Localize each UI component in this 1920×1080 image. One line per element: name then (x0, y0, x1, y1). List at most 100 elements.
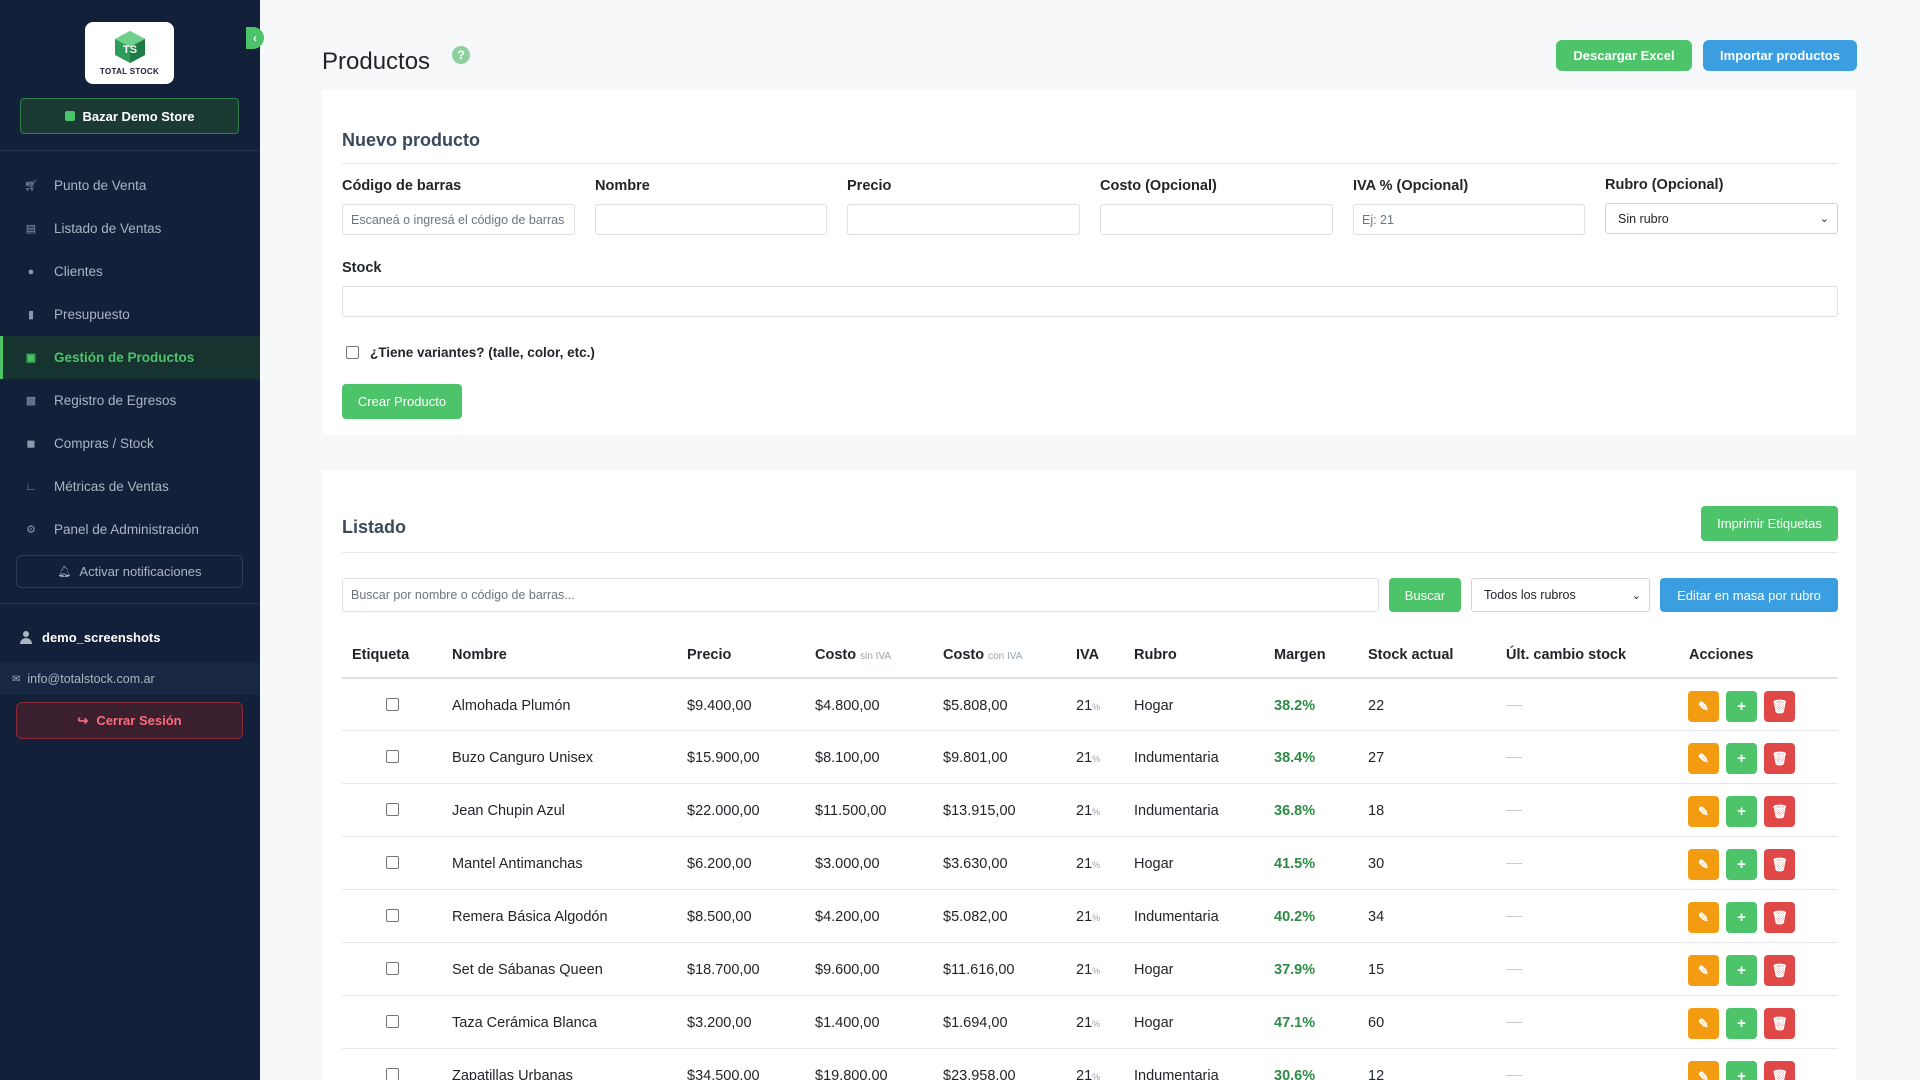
edit-button[interactable]: ✎ (1688, 691, 1719, 722)
cell-margin: 38.4% (1274, 750, 1316, 766)
iva-input[interactable]: Ej: 21 (1353, 204, 1585, 235)
edit-button[interactable]: ✎ (1688, 849, 1719, 880)
row-label-checkbox[interactable] (386, 856, 399, 869)
cell-cost: $1.400,00 (815, 1015, 880, 1031)
sidebar-item-clientes[interactable]: ● Clientes (0, 250, 260, 293)
box-icon: ▣ (25, 352, 37, 364)
chevron-down-icon: ⌄ (1631, 589, 1641, 602)
download-excel-button[interactable]: Descargar Excel (1556, 40, 1692, 71)
sidebar-item-registro-de-egresos[interactable]: ▩ Registro de Egresos (0, 379, 260, 422)
delete-button[interactable]: 🗑︎ (1764, 1008, 1795, 1039)
percent-symbol: % (1092, 860, 1101, 870)
logout-button[interactable]: ↪ Cerrar Sesión (16, 702, 243, 739)
sidebar-item-compras-stock[interactable]: ◼ Compras / Stock (0, 422, 260, 465)
row-label-checkbox[interactable] (386, 698, 399, 711)
sidebar-item-label: Métricas de Ventas (54, 479, 169, 494)
cell-stock: 30 (1368, 856, 1385, 872)
help-icon[interactable]: ? (452, 46, 470, 64)
file-icon: ▮ (27, 309, 35, 321)
sidebar-collapse-button[interactable]: ‹ (246, 27, 264, 49)
search-button[interactable]: Buscar (1389, 578, 1461, 612)
delete-button[interactable]: 🗑︎ (1764, 955, 1795, 986)
delete-button[interactable]: 🗑︎ (1764, 1061, 1795, 1080)
search-input[interactable]: Buscar por nombre o código de barras... (342, 578, 1379, 612)
enable-notifications-button[interactable]: 🔔︎ Activar notificaciones (16, 555, 243, 588)
add-stock-button[interactable]: + (1726, 849, 1757, 880)
cost-input[interactable] (1100, 204, 1333, 235)
cell-price: $18.700,00 (687, 962, 760, 978)
add-stock-button[interactable]: + (1726, 1008, 1757, 1039)
cell-name: Taza Cerámica Blanca (452, 1015, 598, 1031)
cell-last-change-empty (1506, 916, 1522, 917)
edit-button[interactable]: ✎ (1688, 902, 1719, 933)
sidebar-item-metricas-de-ventas[interactable]: ∟ Métricas de Ventas (0, 465, 260, 508)
add-stock-button[interactable]: + (1726, 743, 1757, 774)
name-input[interactable] (595, 204, 827, 235)
row-label-checkbox[interactable] (386, 962, 399, 975)
add-stock-button[interactable]: + (1726, 902, 1757, 933)
cost-net-label: Costo (815, 647, 857, 663)
column-header-price: Precio (687, 647, 732, 663)
category-filter-select[interactable]: Todos los rubros ⌄ (1471, 578, 1650, 612)
cell-last-change-empty (1506, 1022, 1522, 1023)
row-label-checkbox[interactable] (386, 750, 399, 763)
price-input[interactable] (847, 204, 1080, 235)
edit-button[interactable]: ✎ (1688, 743, 1719, 774)
section-divider (342, 552, 1838, 553)
column-header-last-change: Últ. cambio stock (1506, 647, 1627, 663)
cell-stock: 27 (1368, 750, 1385, 766)
cell-iva: 21% (1076, 698, 1100, 714)
edit-button[interactable]: ✎ (1688, 955, 1719, 986)
trash-icon: 🗑︎ (1771, 1015, 1788, 1031)
cell-cost: $3.000,00 (815, 856, 880, 872)
pencil-icon: ✎ (1698, 803, 1709, 819)
cell-price: $3.200,00 (687, 1015, 752, 1031)
cell-category: Indumentaria (1134, 803, 1219, 819)
cell-name: Mantel Antimanchas (452, 856, 583, 872)
category-select[interactable]: Sin rubro ⌄ (1605, 203, 1838, 234)
add-stock-button[interactable]: + (1726, 955, 1757, 986)
delete-button[interactable]: 🗑︎ (1764, 743, 1795, 774)
sidebar-item-listado-de-ventas[interactable]: ▤ Listado de Ventas (0, 207, 260, 250)
sidebar-item-punto-de-venta[interactable]: 🛒︎ Punto de Venta (0, 164, 260, 207)
row-label-checkbox[interactable] (386, 803, 399, 816)
row-label-checkbox[interactable] (386, 1015, 399, 1028)
percent-symbol: % (1092, 913, 1101, 923)
edit-button[interactable]: ✎ (1688, 1061, 1719, 1080)
create-product-button[interactable]: Crear Producto (342, 384, 462, 419)
logo[interactable]: TS TOTAL STOCK (85, 22, 174, 84)
print-labels-button[interactable]: Imprimir Etiquetas (1701, 506, 1838, 541)
cell-iva: 21% (1076, 909, 1100, 925)
cell-category: Indumentaria (1134, 909, 1219, 925)
logo-text: TOTAL STOCK (99, 67, 160, 76)
table-row: Mantel Antimanchas $6.200,00 $3.000,00 $3.6… (342, 836, 1838, 889)
delete-button[interactable]: 🗑︎ (1764, 796, 1795, 827)
iva-value: 21 (1076, 1015, 1093, 1031)
cell-stock: 12 (1368, 1068, 1385, 1080)
svg-text:TS: TS (122, 44, 136, 56)
delete-button[interactable]: 🗑︎ (1764, 902, 1795, 933)
import-products-button[interactable]: Importar productos (1703, 40, 1857, 71)
row-label-checkbox[interactable] (386, 1068, 399, 1080)
add-stock-button[interactable]: + (1726, 691, 1757, 722)
stock-input[interactable] (342, 286, 1838, 317)
table-row: Taza Cerámica Blanca $3.200,00 $1.400,00 $1… (342, 995, 1838, 1048)
cell-name: Buzo Canguro Unisex (452, 750, 594, 766)
sidebar-item-gestion-de-productos[interactable]: ▣ Gestión de Productos (0, 336, 260, 379)
pencil-icon: ✎ (1698, 962, 1709, 978)
trash-icon: 🗑︎ (1771, 962, 1788, 978)
sidebar-item-panel-de-administracion[interactable]: ⚙ Panel de Administración (0, 508, 260, 551)
store-name: Bazar Demo Store (82, 108, 195, 124)
add-stock-button[interactable]: + (1726, 1061, 1757, 1080)
sidebar-item-presupuesto[interactable]: ▮ Presupuesto (0, 293, 260, 336)
delete-button[interactable]: 🗑︎ (1764, 849, 1795, 880)
store-selector-button[interactable]: Bazar Demo Store (20, 98, 239, 134)
variants-checkbox[interactable] (346, 346, 359, 359)
add-stock-button[interactable]: + (1726, 796, 1757, 827)
barcode-input[interactable]: Escaneá o ingresá el código de barras (342, 204, 575, 235)
bulk-edit-button[interactable]: Editar en masa por rubro (1660, 578, 1838, 612)
edit-button[interactable]: ✎ (1688, 796, 1719, 827)
delete-button[interactable]: 🗑︎ (1764, 691, 1795, 722)
edit-button[interactable]: ✎ (1688, 1008, 1719, 1039)
row-label-checkbox[interactable] (386, 909, 399, 922)
